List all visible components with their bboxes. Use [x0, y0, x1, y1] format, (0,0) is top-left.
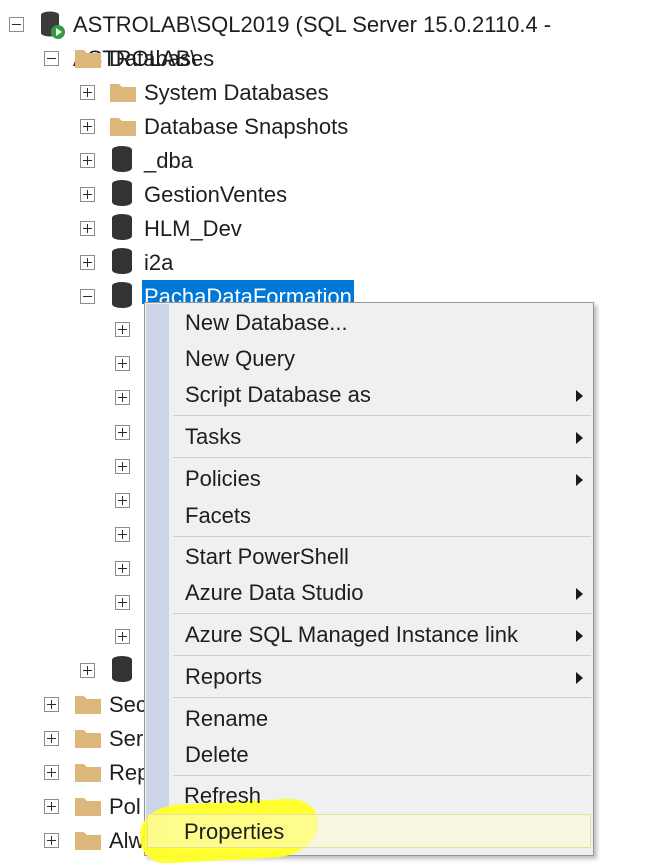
database-icon — [112, 180, 132, 206]
menu-separator — [173, 457, 591, 458]
menu-item-policies[interactable]: Policies — [147, 462, 591, 496]
database-icon — [112, 248, 132, 274]
menu-item-start-powershell[interactable]: Start PowerShell — [147, 540, 591, 574]
database-node-i2a[interactable]: i2a — [144, 246, 173, 280]
expand-toggle[interactable] — [115, 493, 130, 508]
collapse-server-toggle[interactable] — [9, 17, 24, 32]
menu-separator — [173, 775, 591, 776]
menu-item-facets[interactable]: Facets — [147, 499, 591, 533]
menu-item-label: Refresh — [184, 783, 262, 808]
menu-separator — [173, 697, 591, 698]
submenu-arrow-icon — [576, 672, 583, 684]
menu-item-label: New Database... — [185, 310, 348, 335]
database-icon — [112, 214, 132, 240]
expand-toggle[interactable] — [80, 187, 95, 202]
menu-item-azure-sql-mi-link[interactable]: Azure SQL Managed Instance link — [147, 618, 591, 652]
menu-item-label: Properties — [184, 819, 285, 844]
expand-toggle[interactable] — [80, 221, 95, 236]
context-menu: New Database... New Query Script Databas… — [144, 302, 594, 856]
menu-item-label: Facets — [185, 503, 252, 528]
collapse-databases-toggle[interactable] — [44, 51, 59, 66]
expand-toggle[interactable] — [115, 595, 130, 610]
database-snapshots-node[interactable]: Database Snapshots — [144, 110, 348, 144]
menu-item-delete[interactable]: Delete — [147, 738, 591, 772]
submenu-arrow-icon — [576, 588, 583, 600]
menu-item-script-database-as[interactable]: Script Database as — [147, 378, 591, 412]
expand-toggle[interactable] — [44, 697, 59, 712]
always-on-folder-node[interactable]: Alw — [109, 824, 144, 858]
expand-toggle[interactable] — [44, 799, 59, 814]
folder-icon — [75, 730, 101, 748]
menu-item-label: Rename — [185, 706, 269, 731]
menu-item-label: Tasks — [185, 424, 242, 449]
database-icon — [112, 146, 132, 172]
expand-toggle[interactable] — [44, 833, 59, 848]
selected-database-node[interactable]: PachaDataFormation — [142, 280, 354, 304]
submenu-arrow-icon — [576, 432, 583, 444]
menu-item-label: Script Database as — [185, 382, 371, 407]
submenu-arrow-icon — [576, 630, 583, 642]
security-folder-node[interactable]: Sec — [109, 688, 147, 722]
folder-icon — [110, 118, 136, 136]
menu-item-properties[interactable]: Properties — [147, 814, 591, 848]
expand-toggle[interactable] — [80, 663, 95, 678]
expand-toggle[interactable] — [115, 390, 130, 405]
menu-item-azure-data-studio[interactable]: Azure Data Studio — [147, 576, 591, 610]
submenu-arrow-icon — [576, 474, 583, 486]
menu-separator — [173, 655, 591, 656]
expand-toggle[interactable] — [80, 85, 95, 100]
expand-toggle[interactable] — [115, 459, 130, 474]
menu-separator — [173, 613, 591, 614]
database-node-dba[interactable]: _dba — [144, 144, 193, 178]
folder-icon — [110, 84, 136, 102]
database-node-gestionventes[interactable]: GestionVentes — [144, 178, 287, 212]
menu-item-refresh[interactable]: Refresh — [146, 779, 592, 813]
menu-item-label: New Query — [185, 346, 296, 371]
expand-toggle[interactable] — [115, 629, 130, 644]
expand-toggle[interactable] — [80, 119, 95, 134]
menu-item-label: Reports — [185, 664, 263, 689]
expand-toggle[interactable] — [115, 425, 130, 440]
menu-item-new-query[interactable]: New Query — [147, 342, 591, 376]
menu-item-label: Policies — [185, 466, 261, 491]
expand-toggle[interactable] — [44, 731, 59, 746]
expand-toggle[interactable] — [115, 322, 130, 337]
menu-item-reports[interactable]: Reports — [147, 660, 591, 694]
expand-toggle[interactable] — [44, 765, 59, 780]
databases-node-label[interactable]: Databases — [109, 42, 214, 76]
menu-separator — [173, 536, 591, 537]
folder-icon — [75, 50, 101, 68]
server-running-icon — [41, 11, 65, 39]
menu-item-rename[interactable]: Rename — [147, 702, 591, 736]
menu-item-label: Azure SQL Managed Instance link — [185, 622, 519, 647]
menu-item-tasks[interactable]: Tasks — [147, 420, 591, 454]
system-databases-node[interactable]: System Databases — [144, 76, 329, 110]
folder-icon — [75, 696, 101, 714]
submenu-arrow-icon — [576, 390, 583, 402]
folder-icon — [75, 798, 101, 816]
expand-toggle[interactable] — [115, 356, 130, 371]
menu-item-label: Start PowerShell — [185, 544, 349, 569]
polybase-folder-node[interactable]: Pol — [109, 790, 141, 824]
collapse-selected-db-toggle[interactable] — [80, 289, 95, 304]
folder-icon — [75, 832, 101, 850]
database-icon — [112, 656, 132, 682]
expand-toggle[interactable] — [115, 527, 130, 542]
menu-item-new-database[interactable]: New Database... — [147, 306, 591, 340]
database-icon — [112, 282, 132, 308]
expand-toggle[interactable] — [80, 153, 95, 168]
folder-icon — [75, 764, 101, 782]
menu-separator — [173, 415, 591, 416]
expand-toggle[interactable] — [80, 255, 95, 270]
server-objects-folder-node[interactable]: Ser — [109, 722, 143, 756]
database-node-hlm-dev[interactable]: HLM_Dev — [144, 212, 242, 246]
menu-item-label: Azure Data Studio — [185, 580, 364, 605]
expand-toggle[interactable] — [115, 561, 130, 576]
menu-item-label: Delete — [185, 742, 249, 767]
